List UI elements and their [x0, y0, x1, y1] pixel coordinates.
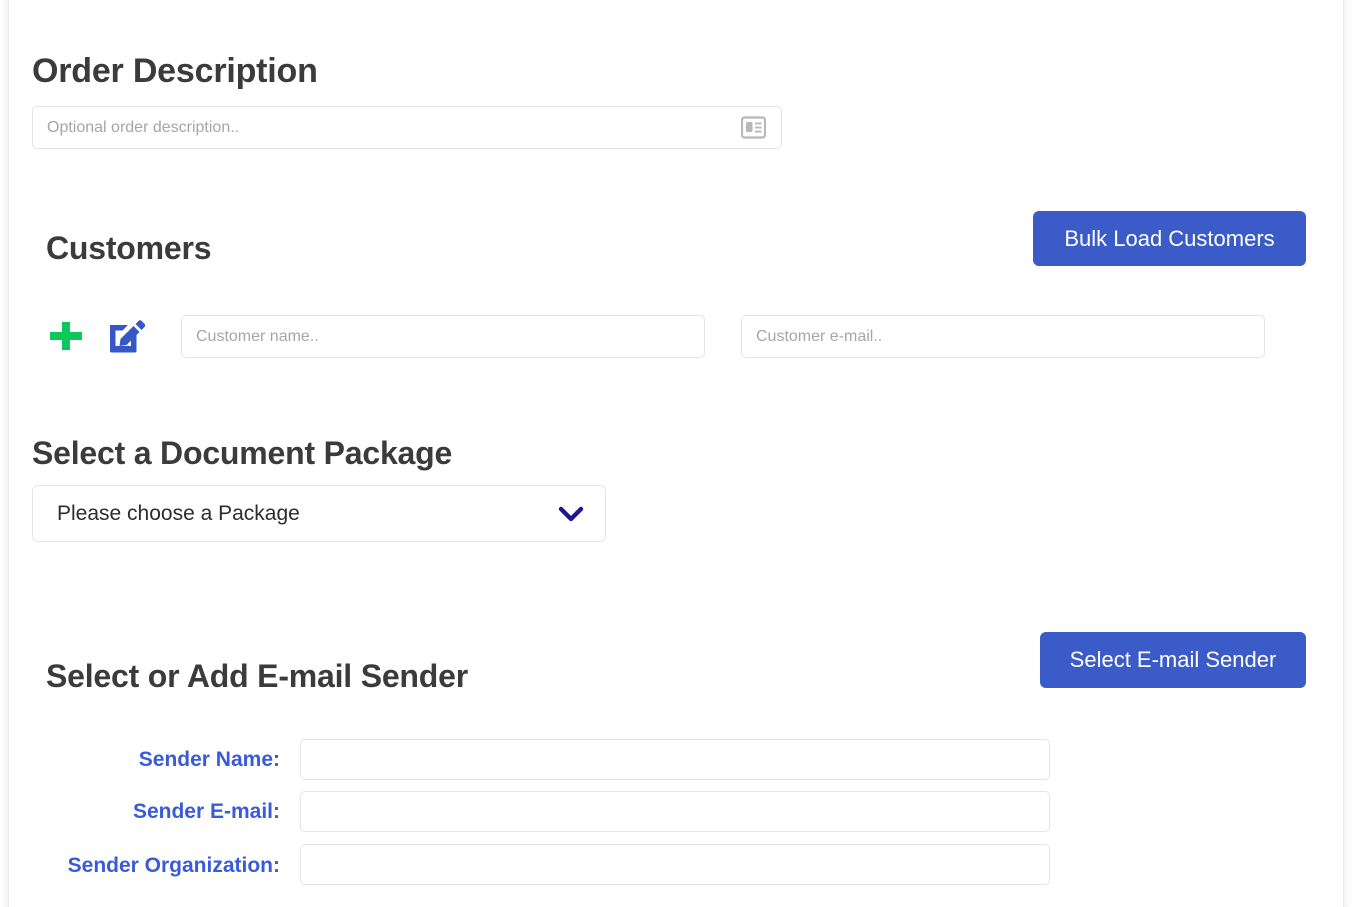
order-form-page: Order Description Customers Bulk Load Cu… — [0, 0, 1354, 907]
sender-organization-label: Sender Organization: — [5, 854, 280, 878]
sender-organization-input[interactable] — [300, 844, 1050, 885]
document-package-select[interactable]: Please choose a Package — [32, 485, 606, 542]
sender-name-input[interactable] — [300, 739, 1050, 780]
email-sender-heading: Select or Add E-mail Sender — [46, 658, 468, 695]
customer-email-input[interactable] — [741, 315, 1265, 358]
document-package-select-wrapper: Please choose a Package — [32, 485, 606, 542]
sender-email-label: Sender E-mail: — [5, 800, 280, 824]
add-customer-button[interactable] — [46, 314, 86, 358]
sender-email-input[interactable] — [300, 791, 1050, 832]
order-description-heading: Order Description — [32, 52, 318, 91]
edit-square-pencil-icon — [104, 346, 148, 361]
customers-heading: Customers — [46, 230, 211, 267]
page-right-border — [1343, 0, 1344, 907]
customer-name-input[interactable] — [181, 315, 705, 358]
edit-customer-button[interactable] — [104, 314, 148, 358]
bulk-load-customers-button[interactable]: Bulk Load Customers — [1033, 211, 1306, 266]
select-email-sender-button[interactable]: Select E-mail Sender — [1040, 632, 1306, 688]
document-package-heading: Select a Document Package — [32, 435, 452, 472]
order-description-input[interactable] — [32, 106, 782, 149]
page-right-edge-shadow — [1344, 0, 1354, 907]
plus-icon — [46, 346, 86, 361]
sender-name-label: Sender Name: — [5, 748, 280, 772]
